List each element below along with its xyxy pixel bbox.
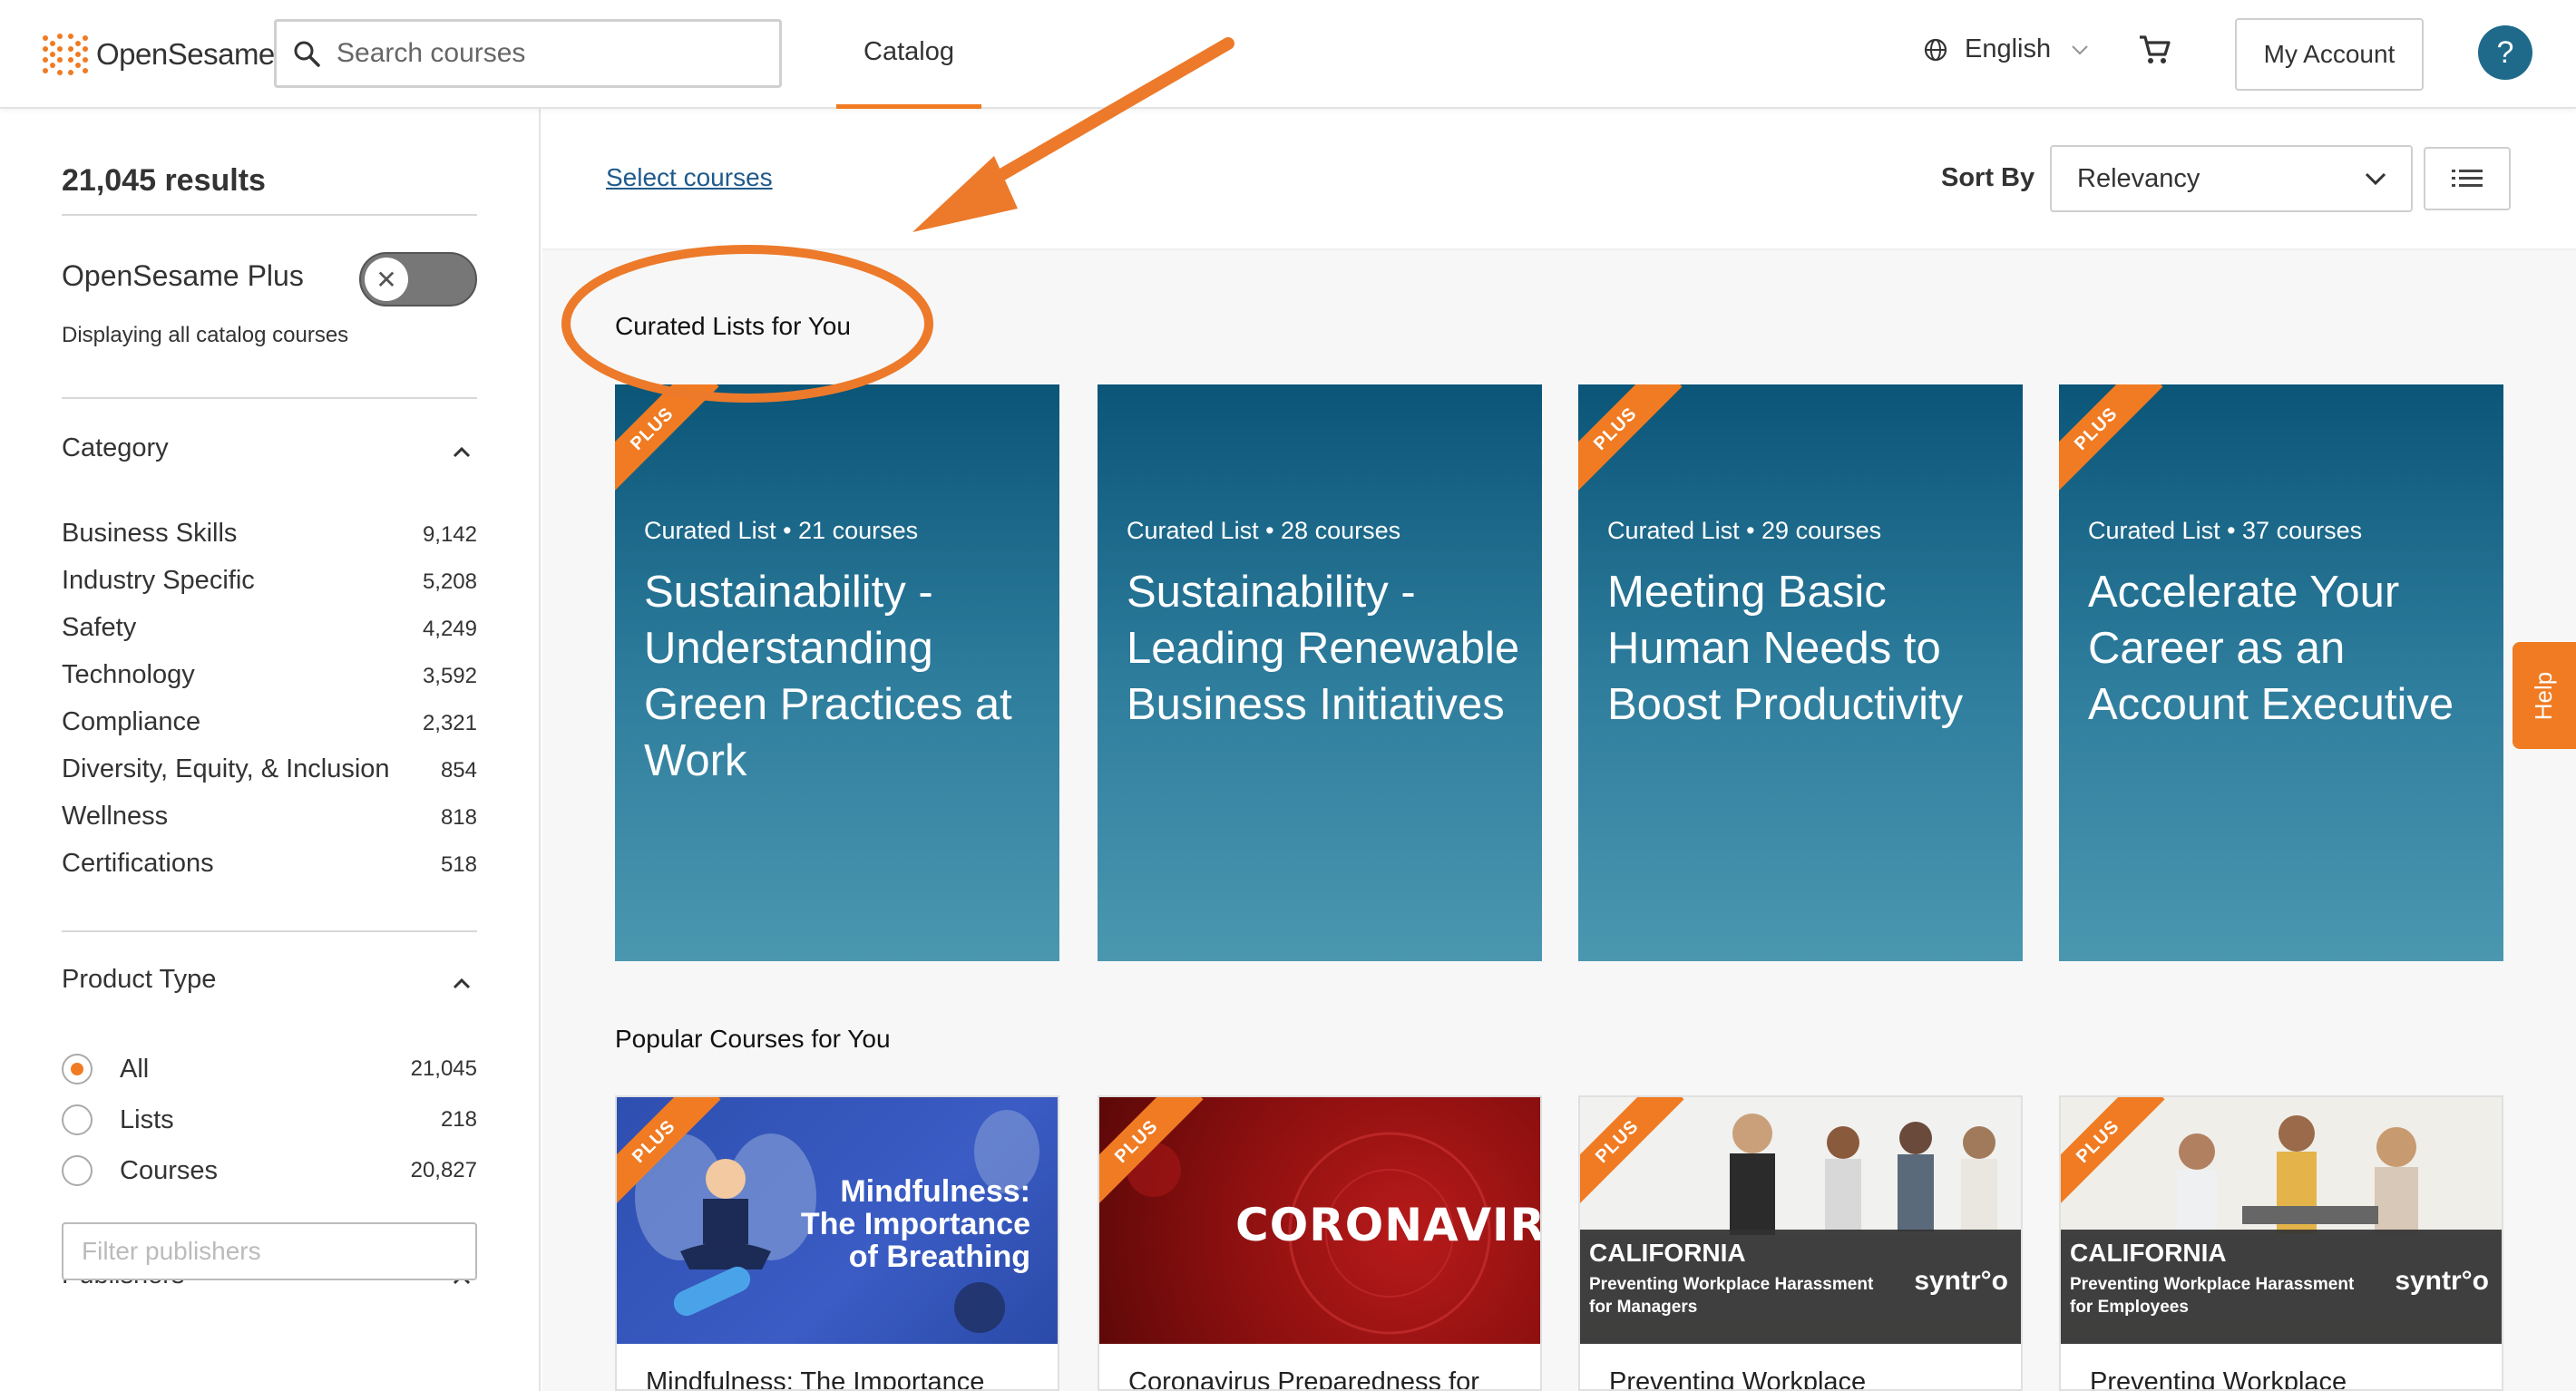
- results-count: 21,045 results: [62, 163, 266, 198]
- course-card[interactable]: CALIFORNIA Preventing Workplace Harassme…: [1578, 1095, 2023, 1391]
- chevron-down-icon: [2072, 44, 2088, 55]
- publisher-logo: syntr°o: [1914, 1266, 2008, 1296]
- product-type-lists[interactable]: Lists 218: [62, 1104, 477, 1135]
- product-type-all[interactable]: All 21,045: [62, 1054, 477, 1085]
- category-item[interactable]: Diversity, Equity, & Inclusion 854: [62, 754, 477, 784]
- plus-toggle-label: OpenSesame Plus: [62, 259, 304, 292]
- course-banner: CALIFORNIA Preventing Workplace Harassme…: [1580, 1230, 2021, 1344]
- category-item[interactable]: Industry Specific 5,208: [62, 566, 477, 596]
- chevron-up-icon[interactable]: [452, 444, 472, 459]
- sort-by-label: Sort By: [1941, 163, 2035, 192]
- search-box[interactable]: [274, 19, 782, 88]
- card-title: Meeting Basic Human Needs to Boost Produ…: [1607, 568, 1964, 729]
- globe-icon: [1924, 38, 1947, 61]
- curated-list-card[interactable]: Curated List • 28 courses Sustainability…: [1098, 384, 1542, 961]
- banner-subtitle: Preventing Workplace Harassment for Empl…: [2070, 1275, 2355, 1317]
- search-icon: [294, 41, 320, 67]
- plus-description: Displaying all catalog courses: [62, 323, 349, 347]
- filter-sidebar: 21,045 results OpenSesame Plus ✕ Display…: [0, 109, 541, 1391]
- curated-list-card[interactable]: PLUS Curated List • 21 courses Sustainab…: [615, 384, 1059, 961]
- card-title: Sustainability - Understanding Green Pra…: [644, 568, 1012, 785]
- category-item[interactable]: Wellness 818: [62, 802, 477, 832]
- card-meta: Curated List • 28 courses: [1127, 517, 1401, 544]
- course-title: Preventing Workplace: [2090, 1367, 2347, 1391]
- product-type-courses[interactable]: Courses 20,827: [62, 1155, 477, 1186]
- card-meta: Curated List • 37 courses: [2088, 517, 2363, 544]
- category-item[interactable]: Safety 4,249: [62, 613, 477, 643]
- chevron-down-icon: [2365, 172, 2386, 186]
- course-title: Preventing Workplace: [1609, 1367, 1867, 1391]
- search-input[interactable]: [337, 38, 754, 69]
- language-label: English: [1965, 34, 2052, 63]
- divider: [62, 930, 477, 932]
- close-icon: ✕: [365, 258, 408, 301]
- plus-badge: PLUS: [615, 384, 719, 496]
- thumbnail-text: CORONAVIRUS: [1235, 1199, 1540, 1251]
- my-account-button[interactable]: My Account: [2235, 18, 2424, 91]
- course-title: Coronavirus Preparedness for: [1128, 1367, 1479, 1391]
- course-card[interactable]: CALIFORNIA Preventing Workplace Harassme…: [2059, 1095, 2503, 1391]
- category-heading[interactable]: Category: [62, 433, 169, 463]
- course-thumbnail: Mindfulness: The Importance of Breathing P…: [617, 1097, 1058, 1344]
- course-card[interactable]: Mindfulness: The Importance of Breathing P…: [615, 1095, 1059, 1391]
- banner-state: CALIFORNIA: [1589, 1239, 1746, 1267]
- top-header: OpenSesame Catalog English My Account ?: [0, 0, 2576, 109]
- course-thumbnail: CALIFORNIA Preventing Workplace Harassme…: [2061, 1097, 2502, 1344]
- radio-button[interactable]: [62, 1054, 93, 1085]
- list-view-button[interactable]: [2424, 147, 2511, 210]
- card-meta: Curated List • 21 courses: [644, 517, 919, 544]
- banner-state: CALIFORNIA: [2070, 1239, 2227, 1267]
- card-title: Accelerate Your Career as an Account Exe…: [2088, 568, 2454, 729]
- language-selector[interactable]: English: [1923, 34, 2089, 64]
- curated-list-card[interactable]: PLUS Curated List • 37 courses Accelerat…: [2059, 384, 2503, 961]
- opensesame-logo[interactable]: OpenSesame: [40, 27, 275, 82]
- help-tab-label: Help: [2530, 671, 2558, 720]
- course-banner: CALIFORNIA Preventing Workplace Harassme…: [2061, 1230, 2502, 1344]
- plus-badge: PLUS: [2059, 384, 2163, 496]
- plus-toggle[interactable]: ✕: [359, 252, 477, 306]
- product-type-heading[interactable]: Product Type: [62, 965, 216, 995]
- course-thumbnail: CALIFORNIA Preventing Workplace Harassme…: [1580, 1097, 2021, 1344]
- nav-tab-catalog[interactable]: Catalog: [836, 0, 981, 109]
- course-card[interactable]: CORONAVIRUS PLUS Coronavirus Preparednes…: [1098, 1095, 1542, 1391]
- card-title: Sustainability - Leading Renewable Busin…: [1127, 568, 1520, 729]
- publisher-logo: syntr°o: [2395, 1266, 2489, 1296]
- radio-button[interactable]: [62, 1104, 93, 1135]
- banner-subtitle: Preventing Workplace Harassment for Mana…: [1589, 1275, 1874, 1317]
- curated-lists-heading: Curated Lists for You: [615, 312, 851, 340]
- category-item[interactable]: Compliance 2,321: [62, 707, 477, 737]
- logo-mark-icon: [40, 31, 91, 78]
- thumbnail-text: Mindfulness: The Importance of Breathing: [800, 1174, 1030, 1274]
- curated-list-card[interactable]: PLUS Curated List • 29 courses Meeting B…: [1578, 384, 2023, 961]
- course-thumbnail: CORONAVIRUS PLUS: [1099, 1097, 1540, 1344]
- filter-publishers-input[interactable]: [62, 1222, 477, 1280]
- help-icon[interactable]: ?: [2478, 25, 2532, 80]
- divider: [62, 214, 477, 216]
- divider: [62, 397, 477, 399]
- sort-value: Relevancy: [2077, 163, 2200, 193]
- chevron-up-icon[interactable]: [452, 976, 472, 990]
- course-title: Mindfulness: The Importance: [646, 1367, 985, 1391]
- card-meta: Curated List • 29 courses: [1607, 517, 1882, 544]
- sort-select[interactable]: Relevancy: [2050, 145, 2413, 212]
- help-tab[interactable]: Help: [2513, 642, 2576, 749]
- cart-icon[interactable]: [2138, 34, 2171, 65]
- list-icon: [2452, 170, 2483, 187]
- radio-button[interactable]: [62, 1155, 93, 1186]
- category-item[interactable]: Technology 3,592: [62, 660, 477, 690]
- category-item[interactable]: Business Skills 9,142: [62, 519, 477, 549]
- select-courses-link[interactable]: Select courses: [606, 163, 773, 192]
- plus-badge: PLUS: [1578, 384, 1683, 496]
- category-item[interactable]: Certifications 518: [62, 849, 477, 879]
- logo-text: OpenSesame: [96, 37, 275, 71]
- popular-courses-heading: Popular Courses for You: [615, 1025, 891, 1053]
